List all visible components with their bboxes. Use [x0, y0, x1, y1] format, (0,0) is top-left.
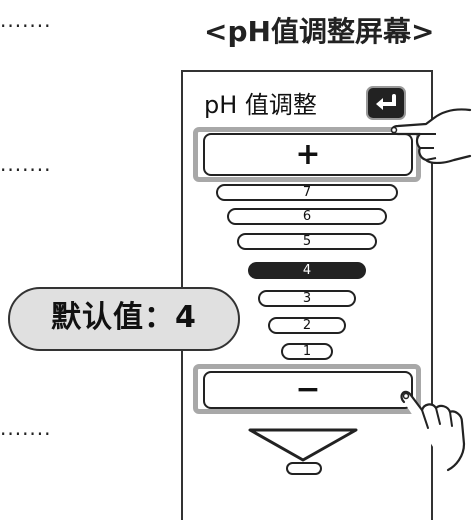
scroll-indicator [286, 462, 322, 475]
pointing-hand-icon [400, 390, 466, 472]
down-triangle-icon[interactable] [247, 427, 359, 463]
level-6[interactable]: 6 [227, 208, 387, 225]
level-4-selected[interactable]: 4 [248, 262, 366, 279]
screen-caption: <pH值调整屏幕> [204, 15, 435, 48]
level-5[interactable]: 5 [237, 233, 377, 250]
leader-dots: ······· [0, 422, 52, 446]
screen-title: pH 值调整 [204, 91, 317, 119]
level-3[interactable]: 3 [258, 290, 356, 307]
decrease-button[interactable]: − [203, 371, 413, 409]
default-value-callout: 默认值：4 [8, 287, 240, 351]
level-2[interactable]: 2 [268, 317, 346, 334]
level-7[interactable]: 7 [216, 184, 398, 201]
leader-dots: ······· [0, 14, 52, 38]
leader-dots: ······· [0, 158, 52, 182]
pointing-hand-icon [390, 108, 472, 164]
level-1[interactable]: 1 [281, 343, 333, 360]
